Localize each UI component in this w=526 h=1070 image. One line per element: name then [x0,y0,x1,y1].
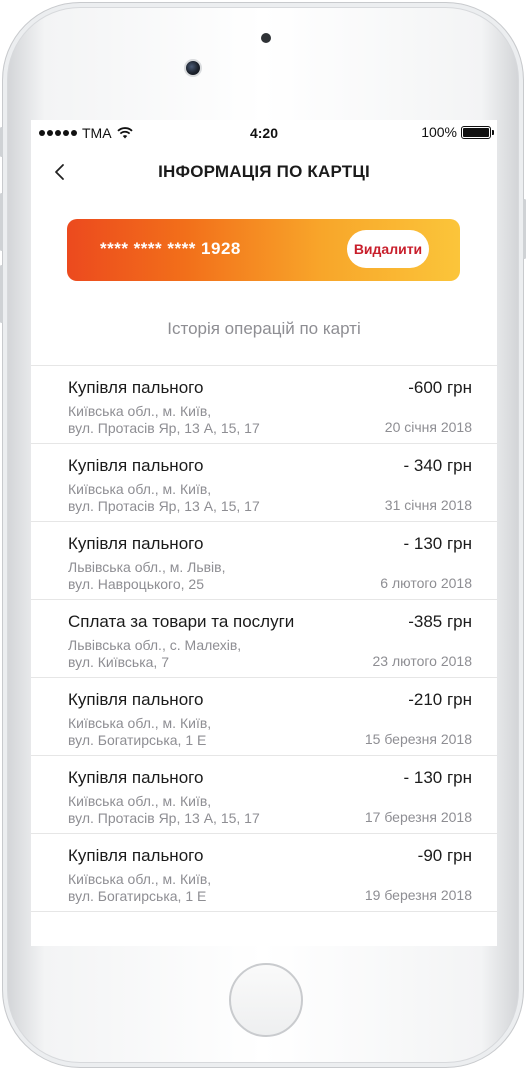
transaction-amount: - 340 грн [403,456,472,475]
transaction-street: вул. Богатирська, 1 Е [68,732,207,748]
transaction-amount: -385 грн [408,612,472,631]
history-title: Історія операцій по карті [167,319,361,338]
transaction-row[interactable]: Купівля пального -600 грн Київська обл.,… [31,366,497,444]
volume-down-button [0,265,3,323]
transaction-title: Купівля пального [68,846,204,865]
transaction-row[interactable]: Сплата за товари та послуги -385 грн Льв… [31,600,497,678]
home-button[interactable] [229,963,303,1037]
nav-bar: ІНФОРМАЦІЯ ПО КАРТЦІ [31,150,497,194]
transaction-street: вул. Київська, 7 [68,654,169,670]
transaction-amount: -210 грн [408,690,472,709]
card-number: **** **** **** 1928 [100,239,241,258]
transaction-region: Київська обл., м. Київ, [68,793,212,809]
transaction-title: Купівля пального [68,768,204,787]
transaction-row[interactable]: Купівля пального -210 грн Київська обл.,… [31,678,497,756]
transaction-region: Київська обл., м. Київ, [68,403,212,419]
transaction-amount: -600 грн [408,378,472,397]
transaction-date: 17 березня 2018 [364,809,472,825]
transaction-date: 20 січня 2018 [384,419,472,435]
transaction-street: вул. Протасів Яр, 13 А, 15, 17 [68,810,260,826]
battery-icon [461,125,494,139]
transaction-amount: - 130 грн [403,768,472,787]
transaction-title: Купівля пального [68,378,204,397]
volume-up-button [0,193,3,251]
transaction-region: Київська обл., м. Київ, [68,481,212,497]
mute-switch [0,127,3,157]
transaction-list: Купівля пального -600 грн Київська обл.,… [31,365,497,912]
app-screen: TMA 4:20 100% ІНФОРМАЦІЯ ПО КАРТЦІ **** … [31,120,497,946]
payment-card: **** **** **** 1928 Видалити [67,219,460,281]
transaction-title: Сплата за товари та послуги [68,612,295,631]
transaction-street: вул. Богатирська, 1 Е [68,888,207,904]
delete-card-button[interactable]: Видалити [347,230,429,268]
status-bar: TMA 4:20 100% [31,120,497,146]
transaction-row[interactable]: Купівля пального - 340 грн Київська обл.… [31,444,497,522]
transaction-title: Купівля пального [68,534,204,553]
transaction-region: Львівська обл., с. Малехів, [68,637,242,653]
transaction-date: 31 січня 2018 [384,497,472,513]
front-camera [184,59,202,77]
transaction-row[interactable]: Купівля пального - 130 грн Львівська обл… [31,522,497,600]
page-title: ІНФОРМАЦІЯ ПО КАРТЦІ [158,162,370,181]
status-right: 100% [421,124,494,140]
transaction-region: Київська обл., м. Київ, [68,715,212,731]
transaction-title: Купівля пального [68,690,204,709]
front-sensor [261,33,271,43]
transaction-street: вул. Протасів Яр, 13 А, 15, 17 [68,498,260,514]
transaction-date: 23 лютого 2018 [372,653,472,669]
transaction-amount: - 130 грн [403,534,472,553]
transaction-amount: -90 грн [417,846,472,865]
transaction-row[interactable]: Купівля пального - 130 грн Київська обл.… [31,756,497,834]
transaction-region: Київська обл., м. Київ, [68,871,212,887]
transaction-region: Львівська обл., м. Львів, [68,559,226,575]
transaction-date: 6 лютого 2018 [380,575,472,591]
battery-percent: 100% [421,124,457,140]
transaction-date: 19 березня 2018 [364,887,472,903]
transaction-street: вул. Протасів Яр, 13 А, 15, 17 [68,420,260,436]
transaction-street: вул. Навроцького, 25 [68,576,204,592]
transaction-title: Купівля пального [68,456,204,475]
transaction-row[interactable]: Купівля пального -90 грн Київська обл., … [31,834,497,912]
transaction-date: 15 березня 2018 [364,731,472,747]
